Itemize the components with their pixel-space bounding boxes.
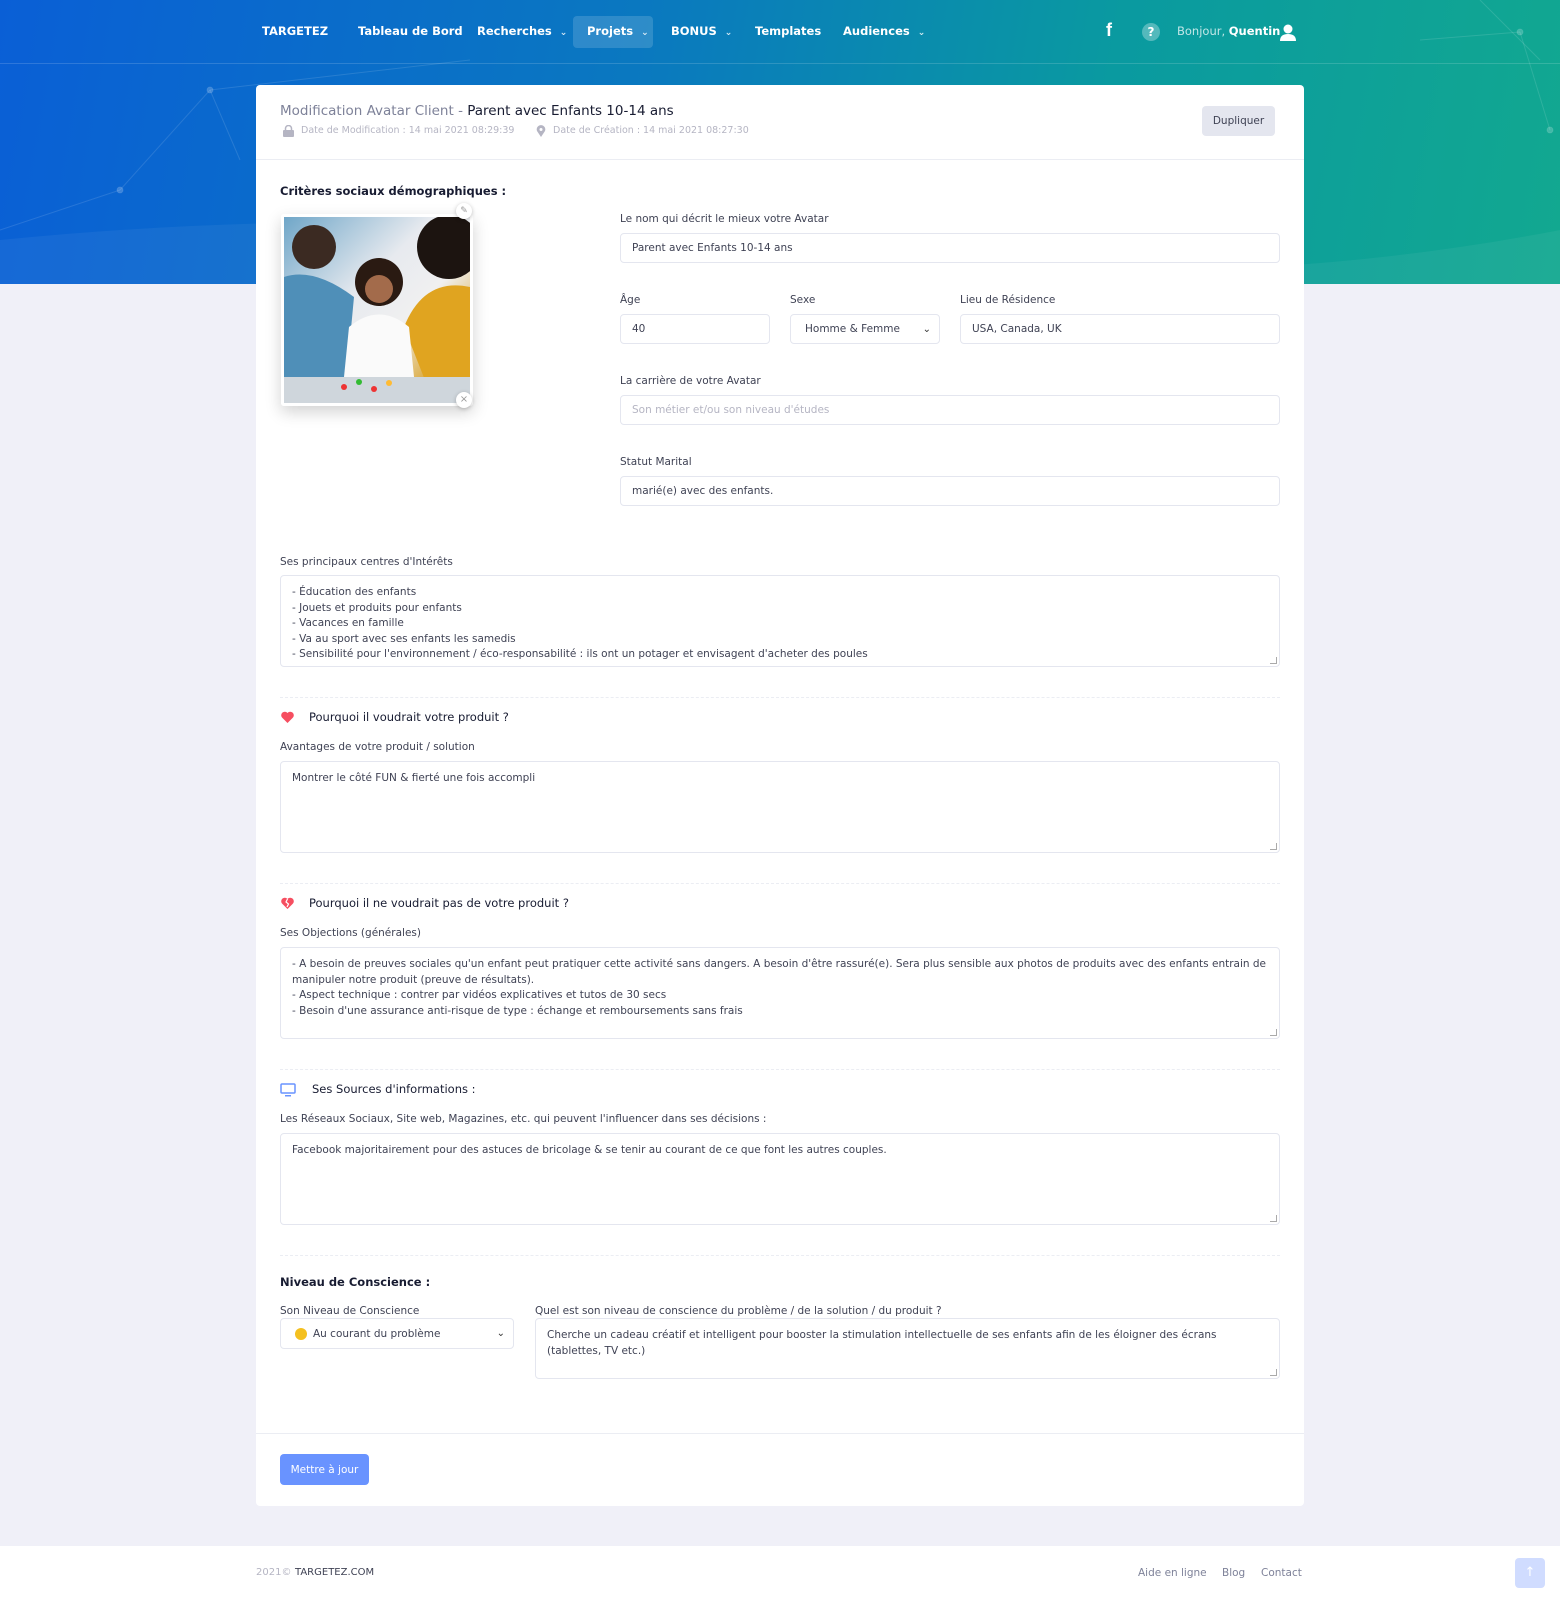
sources-textarea[interactable]: Facebook majoritairement pour des astuce… xyxy=(280,1133,1280,1225)
copyright-year: 2021© xyxy=(256,1567,292,1578)
modified-date: Date de Modification : 14 mai 2021 08:29… xyxy=(301,125,515,136)
location-pin-icon xyxy=(536,125,546,137)
nav-label: Projets xyxy=(587,24,634,38)
footer-link-help[interactable]: Aide en ligne xyxy=(1138,1567,1207,1579)
user-name: Quentin xyxy=(1228,24,1281,38)
awareness-level-value: Au courant du problème xyxy=(313,1327,441,1340)
chevron-down-icon: ⌄ xyxy=(922,323,931,335)
age-input[interactable]: 40 xyxy=(620,314,770,344)
help-icon[interactable]: ? xyxy=(1142,23,1160,41)
heart-icon xyxy=(281,711,294,723)
title-prefix: Modification Avatar Client - xyxy=(280,103,463,119)
section-title-why-not: Pourquoi il ne voudrait pas de votre pro… xyxy=(309,896,569,910)
residence-label: Lieu de Résidence xyxy=(960,294,1056,306)
chevron-down-icon: ⌄ xyxy=(496,1328,505,1339)
marital-status-label: Statut Marital xyxy=(620,456,692,468)
footer-link-contact[interactable]: Contact xyxy=(1261,1567,1302,1579)
user-icon[interactable] xyxy=(1279,24,1297,41)
objections-label: Ses Objections (générales) xyxy=(280,927,421,939)
residence-input[interactable]: USA, Canada, UK xyxy=(960,314,1280,344)
footer-divider xyxy=(256,1433,1304,1434)
marital-status-input[interactable]: marié(e) avec des enfants. xyxy=(620,476,1280,506)
section-title-sources: Ses Sources d'informations : xyxy=(312,1082,476,1096)
nav-item-projets[interactable]: Projets ⌄ xyxy=(587,24,649,38)
section-title-socio: Critères sociaux démographiques : xyxy=(280,184,507,198)
duplicate-button[interactable]: Dupliquer xyxy=(1202,106,1275,136)
sex-label: Sexe xyxy=(790,294,816,306)
greeting: Bonjour, Quentin xyxy=(1177,24,1280,38)
footer-site-link[interactable]: TARGETEZ.COM xyxy=(295,1567,374,1578)
avatar-edit-card: Modification Avatar Client - Parent avec… xyxy=(256,85,1304,1506)
awareness-question-textarea[interactable]: Cherche un cadeau créatif et intelligent… xyxy=(535,1318,1280,1379)
section-title-awareness: Niveau de Conscience : xyxy=(280,1275,431,1289)
nav-label: Audiences xyxy=(843,24,910,38)
brand-logo[interactable]: TARGETEZ xyxy=(262,24,328,38)
career-input[interactable]: Son métier et/ou son niveau d'études xyxy=(620,395,1280,425)
broken-heart-icon xyxy=(281,897,294,909)
remove-photo-icon[interactable]: × xyxy=(456,392,472,408)
chevron-down-icon: ⌄ xyxy=(917,28,926,38)
nav-label: BONUS xyxy=(671,24,717,38)
awareness-level-select[interactable]: Au courant du problème ⌄ xyxy=(280,1318,514,1349)
greeting-text: Bonjour, xyxy=(1177,24,1226,38)
sex-select[interactable]: Homme & Femme ⌄ xyxy=(790,314,940,344)
footer-link-blog[interactable]: Blog xyxy=(1222,1567,1245,1579)
section-title-why: Pourquoi il voudrait votre produit ? xyxy=(309,710,509,724)
sources-label: Les Réseaux Sociaux, Site web, Magazines… xyxy=(280,1113,767,1125)
objections-textarea[interactable]: - A besoin de preuves sociales qu'un enf… xyxy=(280,947,1280,1039)
update-button[interactable]: Mettre à jour xyxy=(280,1454,369,1485)
created-date: Date de Création : 14 mai 2021 08:27:30 xyxy=(553,125,749,136)
edit-photo-icon[interactable]: ✎ xyxy=(456,203,472,219)
awareness-question-label: Quel est son niveau de conscience du pro… xyxy=(535,1305,942,1317)
nav-item-tableau-de-bord[interactable]: Tableau de Bord xyxy=(358,24,463,38)
age-label: Âge xyxy=(620,294,641,306)
section-divider xyxy=(280,883,1280,884)
monitor-icon xyxy=(280,1083,296,1097)
avatar-name-label: Le nom qui décrit le mieux votre Avatar xyxy=(620,213,829,225)
section-divider xyxy=(280,1069,1280,1070)
sex-select-value: Homme & Femme xyxy=(805,323,900,335)
avatar-photo-illustration xyxy=(284,217,470,403)
chevron-down-icon: ⌄ xyxy=(641,28,649,38)
facebook-icon[interactable]: f xyxy=(1106,20,1112,41)
avatar-name-input[interactable]: Parent avec Enfants 10-14 ans xyxy=(620,233,1280,263)
page-title: Modification Avatar Client - Parent avec… xyxy=(280,103,674,119)
header-divider xyxy=(256,159,1304,160)
thinking-face-emoji-icon xyxy=(295,1327,307,1340)
section-divider xyxy=(280,1255,1280,1256)
avatar-photo xyxy=(281,214,473,406)
page-footer: 2021© TARGETEZ.COM Aide en ligne Blog Co… xyxy=(0,1546,1560,1600)
scroll-top-arrow-icon[interactable]: ↑ xyxy=(1515,1558,1545,1588)
nav-item-templates[interactable]: Templates xyxy=(755,24,821,38)
nav-item-bonus[interactable]: BONUS ⌄ xyxy=(671,24,732,38)
nav-label: Recherches xyxy=(477,24,552,38)
advantages-textarea[interactable]: Montrer le côté FUN & fierté une fois ac… xyxy=(280,761,1280,853)
advantages-label: Avantages de votre produit / solution xyxy=(280,741,475,753)
title-avatar-name: Parent avec Enfants 10-14 ans xyxy=(467,103,674,119)
interests-label: Ses principaux centres d'Intérêts xyxy=(280,556,453,568)
chevron-down-icon: ⌄ xyxy=(559,28,568,38)
interests-textarea[interactable]: - Éducation des enfants - Jouets et prod… xyxy=(280,575,1280,667)
nav-item-recherches[interactable]: Recherches ⌄ xyxy=(477,24,567,38)
chevron-down-icon: ⌄ xyxy=(724,28,733,38)
awareness-level-label: Son Niveau de Conscience xyxy=(280,1305,420,1317)
lock-icon xyxy=(283,125,294,137)
career-label: La carrière de votre Avatar xyxy=(620,375,761,387)
section-divider xyxy=(280,697,1280,698)
top-nav: TARGETEZ Tableau de Bord Recherches ⌄ Pro… xyxy=(0,0,1560,64)
nav-item-audiences[interactable]: Audiences ⌄ xyxy=(843,24,925,38)
